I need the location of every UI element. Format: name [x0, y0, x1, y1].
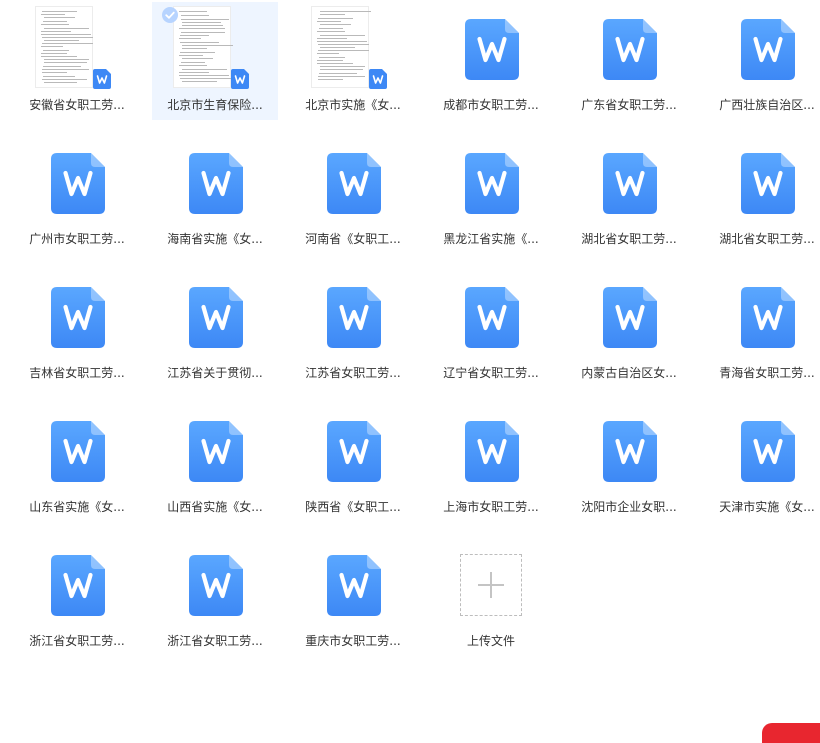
file-name: 陕西省《女职工...	[305, 500, 401, 514]
word-file-icon	[189, 153, 243, 214]
file-item[interactable]: 重庆市女职工劳...	[290, 538, 416, 656]
word-file-icon	[51, 555, 105, 616]
file-item[interactable]: 上海市女职工劳...	[428, 404, 554, 522]
file-item[interactable]: 广西壮族自治区...	[704, 2, 820, 120]
document-preview-icon	[35, 6, 93, 88]
file-name: 浙江省女职工劳...	[29, 634, 125, 648]
document-preview-icon	[311, 6, 371, 88]
word-badge-icon	[231, 69, 249, 89]
file-item[interactable]: 青海省女职工劳...	[704, 270, 820, 388]
file-name: 江苏省关于贯彻...	[167, 366, 263, 380]
word-file-icon	[51, 287, 105, 348]
word-file-icon	[189, 287, 243, 348]
plus-icon[interactable]	[460, 554, 522, 616]
file-item[interactable]: 内蒙古自治区女...	[566, 270, 692, 388]
word-badge-icon	[369, 69, 387, 89]
checkmark-icon[interactable]	[162, 7, 178, 23]
document-preview-icon	[173, 6, 233, 88]
file-name: 广西壮族自治区...	[719, 98, 815, 112]
file-name: 上海市女职工劳...	[443, 500, 539, 514]
word-file-icon	[741, 19, 795, 80]
file-item[interactable]: 江苏省关于贯彻...	[152, 270, 278, 388]
word-file-icon	[327, 153, 381, 214]
file-item[interactable]: 陕西省《女职工...	[290, 404, 416, 522]
file-name: 成都市女职工劳...	[443, 98, 539, 112]
file-item[interactable]: 辽宁省女职工劳...	[428, 270, 554, 388]
word-file-icon	[189, 421, 243, 482]
file-name: 北京市生育保险...	[167, 98, 263, 112]
word-file-icon	[327, 421, 381, 482]
file-name: 重庆市女职工劳...	[305, 634, 401, 648]
file-item[interactable]: 湖北省女职工劳...	[566, 136, 692, 254]
upload-file-button[interactable]: 上传文件	[428, 538, 554, 656]
file-item[interactable]: 北京市实施《女...	[290, 2, 416, 120]
word-file-icon	[327, 287, 381, 348]
file-name: 湖北省女职工劳...	[581, 232, 677, 246]
file-item[interactable]: 山西省实施《女...	[152, 404, 278, 522]
file-item[interactable]: 沈阳市企业女职...	[566, 404, 692, 522]
word-file-icon	[741, 421, 795, 482]
file-item[interactable]: 广州市女职工劳...	[14, 136, 140, 254]
word-file-icon	[741, 153, 795, 214]
file-name: 北京市实施《女...	[305, 98, 401, 112]
file-name: 吉林省女职工劳...	[29, 366, 125, 380]
file-item[interactable]: 广东省女职工劳...	[566, 2, 692, 120]
file-item[interactable]: 湖北省女职工劳...	[704, 136, 820, 254]
file-item[interactable]: 成都市女职工劳...	[428, 2, 554, 120]
upload-label: 上传文件	[466, 634, 515, 648]
word-file-icon	[327, 555, 381, 616]
file-item[interactable]: 海南省实施《女...	[152, 136, 278, 254]
file-name: 广东省女职工劳...	[581, 98, 677, 112]
file-name: 河南省《女职工...	[305, 232, 401, 246]
word-file-icon	[51, 421, 105, 482]
file-name: 内蒙古自治区女...	[581, 366, 677, 380]
file-item[interactable]: 山东省实施《女...	[14, 404, 140, 522]
word-file-icon	[603, 153, 657, 214]
file-name: 黑龙江省实施《...	[443, 232, 539, 246]
word-file-icon	[465, 287, 519, 348]
file-name: 海南省实施《女...	[167, 232, 263, 246]
word-file-icon	[741, 287, 795, 348]
file-item[interactable]: 天津市实施《女...	[704, 404, 820, 522]
file-item[interactable]: 江苏省女职工劳...	[290, 270, 416, 388]
word-badge-icon	[93, 69, 111, 89]
word-file-icon	[603, 19, 657, 80]
word-file-icon	[465, 421, 519, 482]
file-name: 山西省实施《女...	[167, 500, 263, 514]
file-name: 浙江省女职工劳...	[167, 634, 263, 648]
word-file-icon	[189, 555, 243, 616]
file-item[interactable]: 北京市生育保险...	[152, 2, 278, 120]
file-name: 湖北省女职工劳...	[719, 232, 815, 246]
word-file-icon	[51, 153, 105, 214]
file-name: 江苏省女职工劳...	[305, 366, 401, 380]
word-file-icon	[465, 153, 519, 214]
file-item[interactable]: 河南省《女职工...	[290, 136, 416, 254]
file-name: 天津市实施《女...	[719, 500, 815, 514]
word-file-icon	[603, 287, 657, 348]
file-item[interactable]: 黑龙江省实施《...	[428, 136, 554, 254]
file-item[interactable]: 安徽省女职工劳...	[14, 2, 140, 120]
corner-promo-badge[interactable]	[762, 723, 820, 743]
file-name: 广州市女职工劳...	[29, 232, 125, 246]
file-name: 山东省实施《女...	[29, 500, 125, 514]
file-item[interactable]: 浙江省女职工劳...	[14, 538, 140, 656]
file-name: 青海省女职工劳...	[719, 366, 815, 380]
word-file-icon	[465, 19, 519, 80]
word-file-icon	[603, 421, 657, 482]
file-grid: 安徽省女职工劳... 北京市生育保险... 北京市实施《女... 成都市女职工劳...…	[0, 0, 820, 733]
file-name: 辽宁省女职工劳...	[443, 366, 539, 380]
file-item[interactable]: 吉林省女职工劳...	[14, 270, 140, 388]
file-item[interactable]: 浙江省女职工劳...	[152, 538, 278, 656]
file-name: 安徽省女职工劳...	[29, 98, 125, 112]
file-name: 沈阳市企业女职...	[581, 500, 677, 514]
